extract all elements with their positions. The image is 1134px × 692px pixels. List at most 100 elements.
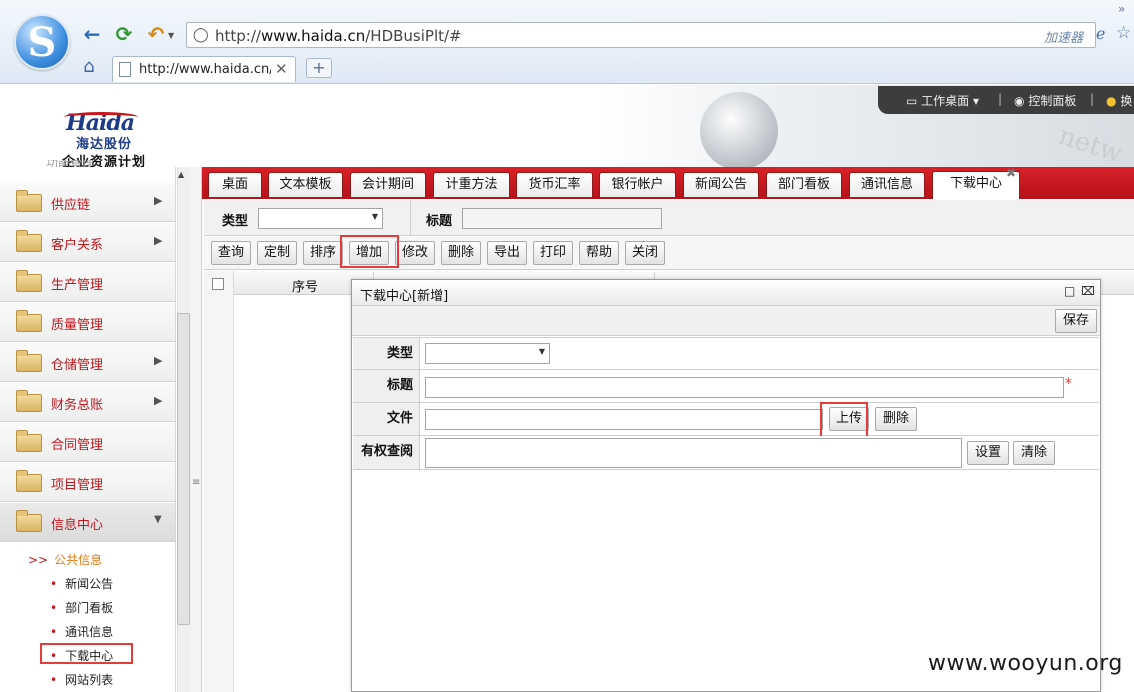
sidebar-item-quality[interactable]: 质量管理 <box>0 303 175 342</box>
sidebar-item-contract[interactable]: 合同管理 <box>0 423 175 462</box>
tab-contacts[interactable]: 通讯信息 <box>849 172 925 197</box>
monitor-icon: ▭ <box>906 94 918 108</box>
back-arrow-icon[interactable]: ← <box>80 22 104 46</box>
bulb-icon: ● <box>1106 94 1117 108</box>
accelerator-button[interactable]: 加速器 <box>1044 27 1083 46</box>
new-tab-button[interactable]: + <box>306 58 332 78</box>
tab-accounting-period[interactable]: 会计期间 <box>350 172 426 197</box>
maximize-icon[interactable]: □ <box>1064 284 1075 298</box>
highlight-box <box>40 643 133 664</box>
undo-dropdown-icon[interactable]: ▼ <box>168 31 174 40</box>
grid-check-column <box>204 271 234 692</box>
folder-icon <box>16 470 42 492</box>
scroll-up-icon[interactable]: ▲ <box>178 170 184 179</box>
security-shield-icon: ◯ <box>193 27 209 43</box>
home-icon[interactable]: ⌂ <box>79 57 99 77</box>
sidebar-item-label: 客户关系 <box>51 238 104 253</box>
workdesk-menu[interactable]: ▭ 工作桌面 ▾ <box>906 92 979 109</box>
browser-logo-icon[interactable]: S <box>14 14 70 70</box>
close-button[interactable]: 关闭 <box>625 241 665 265</box>
submenu-item[interactable]: • 通讯信息 <box>50 623 113 640</box>
permission-input[interactable] <box>425 438 962 468</box>
header-divider: | <box>1090 92 1095 106</box>
tab-label: 下载中心 <box>949 176 1002 191</box>
print-button[interactable]: 打印 <box>533 241 573 265</box>
sidebar-item-label: 财务总账 <box>51 398 104 413</box>
overflow-icon[interactable]: » <box>1118 2 1125 16</box>
panel-splitter[interactable]: ≡ <box>191 167 202 692</box>
folder-icon <box>16 270 42 292</box>
highlight-box <box>340 235 399 268</box>
sidebar-scroll-thumb[interactable] <box>177 313 190 625</box>
control-panel-link[interactable]: ◉ 控制面板 <box>1014 92 1076 109</box>
tab-dept-board[interactable]: 部门看板 <box>766 172 842 197</box>
address-bar[interactable]: ◯ http://www.haida.cn/HDBusiPlt/# <box>186 22 1096 48</box>
submenu-item[interactable]: • 新闻公告 <box>50 575 113 592</box>
close-tab-icon[interactable]: ✕ <box>275 60 288 78</box>
folder-icon <box>16 190 42 212</box>
highlight-box <box>820 402 868 440</box>
chevron-down-icon: ▼ <box>538 347 545 356</box>
sidebar-item-supply-chain[interactable]: 供应链 ▶ <box>0 183 175 222</box>
grid-header-seq[interactable]: 序号 <box>292 276 318 295</box>
sidebar-item-finance[interactable]: 财务总账 ▶ <box>0 383 175 422</box>
type-select[interactable]: ▼ <box>425 343 550 364</box>
sidebar-cut-item[interactable]: 功能管理 <box>46 160 94 167</box>
close-icon[interactable]: ⌧ <box>1081 284 1095 298</box>
favorite-star-icon[interactable]: ☆ <box>1116 23 1131 43</box>
tab-desktop[interactable]: 桌面 <box>208 172 262 197</box>
edit-button[interactable]: 修改 <box>395 241 435 265</box>
ie-mode-icon[interactable]: ℯ <box>1096 24 1105 43</box>
tab-news[interactable]: 新闻公告 <box>683 172 759 197</box>
divider <box>410 200 411 236</box>
browser-tab[interactable]: http://www.haida.cn/HD ✕ <box>112 56 296 82</box>
title-label: 标题 <box>353 370 420 402</box>
tab-bank-account[interactable]: 银行帐户 <box>599 172 676 197</box>
gauge-icon: ◉ <box>1014 94 1025 108</box>
folder-icon <box>16 230 42 252</box>
tab-download-center[interactable]: 下载中心 ✖ <box>932 166 1020 199</box>
sidebar-item-label: 质量管理 <box>51 318 104 333</box>
sidebar-item-label: 仓储管理 <box>51 358 104 373</box>
close-icon[interactable]: ✖ <box>1006 166 1016 180</box>
clear-permission-button[interactable]: 清除 <box>1013 441 1055 465</box>
type-label: 类型 <box>353 338 420 369</box>
file-label: 文件 <box>353 403 420 435</box>
address-url: http://www.haida.cn/HDBusiPlt/# <box>215 27 462 45</box>
sidebar-item-label: 合同管理 <box>51 438 104 453</box>
file-input[interactable] <box>425 409 823 430</box>
save-button[interactable]: 保存 <box>1055 309 1097 333</box>
help-button[interactable]: 帮助 <box>579 241 619 265</box>
tab-weight-method[interactable]: 计重方法 <box>433 172 510 197</box>
submenu-item[interactable]: • 网站列表 <box>50 671 113 688</box>
refresh-icon[interactable]: ⟳ <box>112 22 136 46</box>
submenu-item[interactable]: • 部门看板 <box>50 599 113 616</box>
sidebar-item-info-center[interactable]: 信息中心 ▼ <box>0 503 175 542</box>
folder-icon <box>16 310 42 332</box>
sidebar-item-project[interactable]: 项目管理 <box>0 463 175 502</box>
sort-button[interactable]: 排序 <box>303 241 343 265</box>
dialog-title: 下载中心[新增] <box>360 289 449 304</box>
filter-type-label: 类型 <box>222 214 249 229</box>
submenu-group-public-info[interactable]: >> 公共信息 <box>28 551 102 568</box>
sidebar-item-production[interactable]: 生产管理 <box>0 263 175 302</box>
select-all-checkbox[interactable] <box>212 278 224 290</box>
filter-title-input[interactable] <box>462 208 662 229</box>
filter-type-select[interactable]: ▼ <box>258 208 383 229</box>
set-permission-button[interactable]: 设置 <box>967 441 1009 465</box>
tab-currency-rate[interactable]: 货币汇率 <box>516 172 593 197</box>
sidebar-item-warehouse[interactable]: 仓储管理 ▶ <box>0 343 175 382</box>
export-button[interactable]: 导出 <box>487 241 527 265</box>
chevron-down-icon: ▼ <box>154 514 162 525</box>
sidebar-item-crm[interactable]: 客户关系 ▶ <box>0 223 175 262</box>
customize-button[interactable]: 定制 <box>257 241 297 265</box>
tab-text-template[interactable]: 文本模板 <box>268 172 343 197</box>
delete-button[interactable]: 删除 <box>441 241 481 265</box>
dialog-title-bar[interactable]: 下载中心[新增] □ ⌧ <box>352 280 1100 306</box>
undo-icon[interactable]: ↶ <box>144 22 168 46</box>
skin-link[interactable]: ● 换 <box>1106 92 1132 109</box>
title-input[interactable] <box>425 377 1064 398</box>
delete-file-button[interactable]: 删除 <box>875 407 917 431</box>
sidebar-item-label: 项目管理 <box>51 478 104 493</box>
query-button[interactable]: 查询 <box>211 241 251 265</box>
